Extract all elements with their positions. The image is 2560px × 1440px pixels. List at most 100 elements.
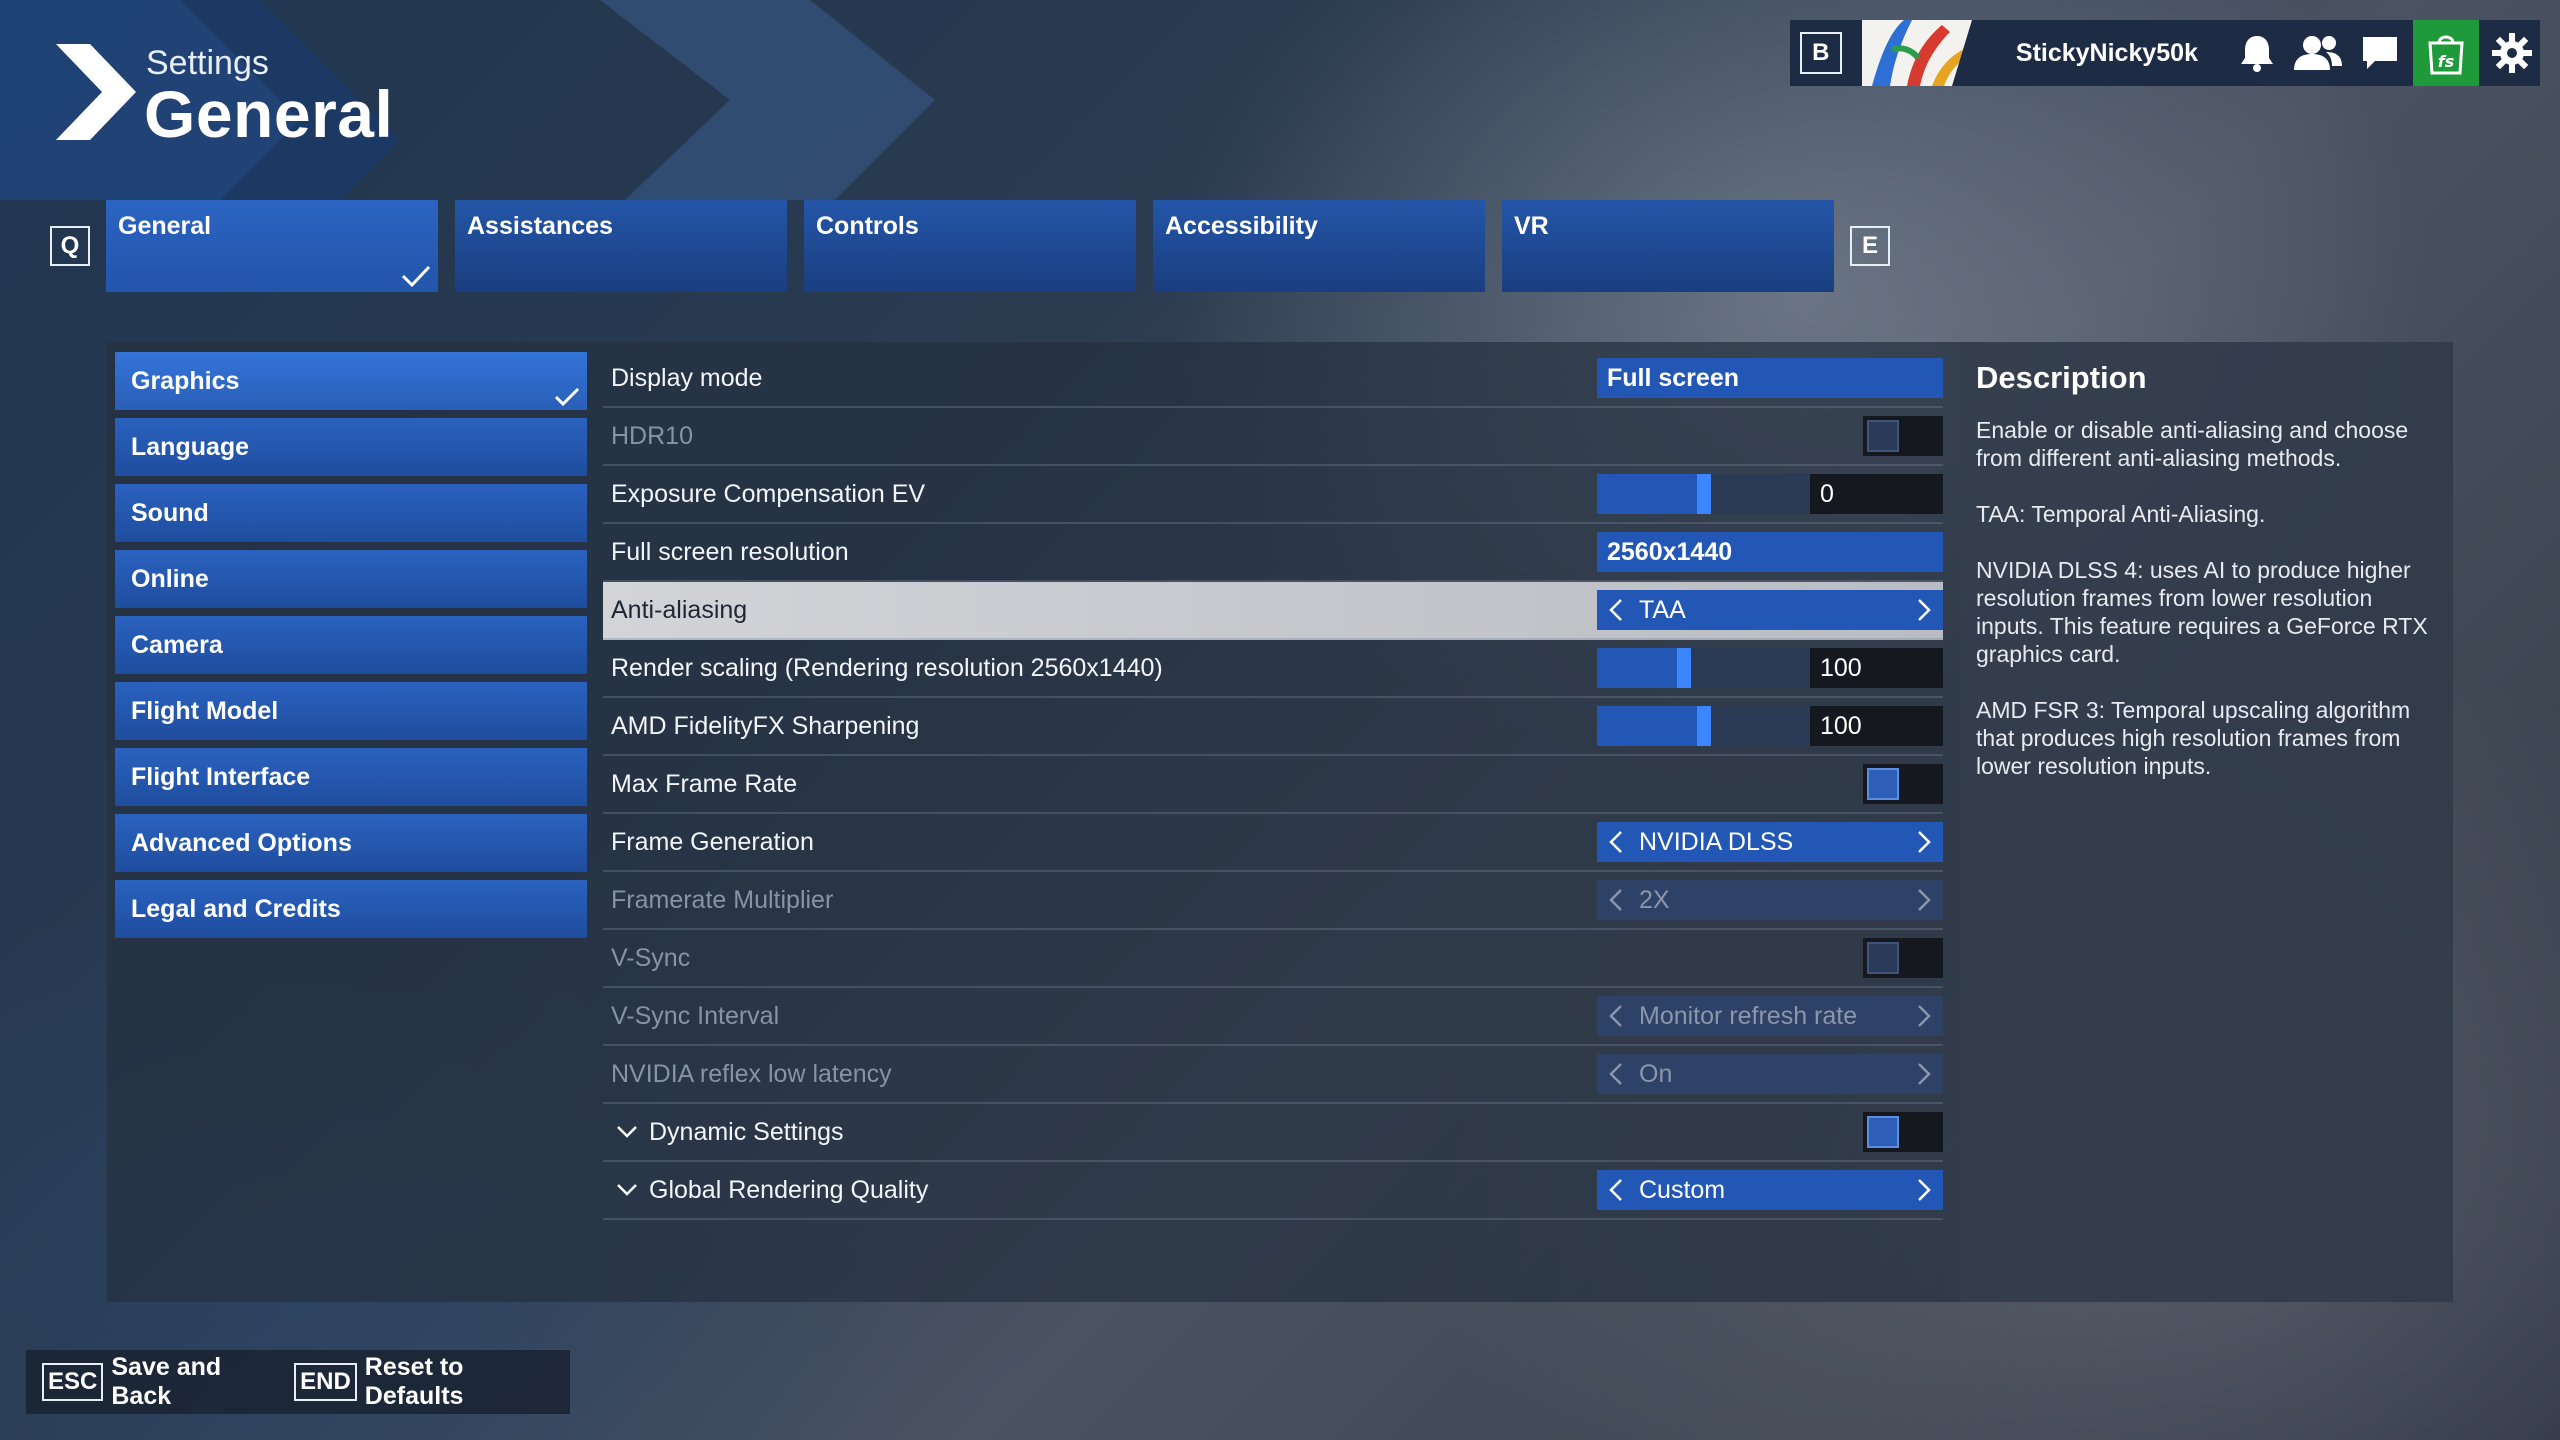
description-text: AMD FSR 3: Temporal upscaling algorithm …: [1976, 697, 2411, 779]
store-icon[interactable]: fs: [2413, 20, 2479, 86]
selector-value: Custom: [1639, 1175, 1726, 1204]
check-icon: [401, 265, 431, 288]
tab-label: Assistances: [467, 212, 613, 240]
category-label: Graphics: [131, 366, 240, 395]
display-mode-dropdown[interactable]: Full screen: [1597, 358, 1943, 398]
category-sound[interactable]: Sound: [115, 484, 587, 542]
fidelityfx-slider[interactable]: 100: [1597, 706, 1943, 746]
category-flight-interface[interactable]: Flight Interface: [115, 748, 587, 806]
tab-assistances[interactable]: Assistances: [455, 200, 787, 292]
dynamic-settings-toggle[interactable]: [1863, 1112, 1943, 1152]
setting-fidelityfx[interactable]: AMD FidelityFX Sharpening 100: [603, 698, 1943, 756]
chevron-left-icon: [1609, 889, 1622, 911]
setting-label: V-Sync: [611, 943, 691, 972]
slider-value: 100: [1810, 706, 1943, 746]
reset-defaults-button[interactable]: Reset to Defaults: [365, 1353, 530, 1411]
top-bar: B StickyNicky50k fs: [1790, 20, 2540, 86]
setting-vsync-interval: V-Sync Interval Monitor refresh rate: [603, 988, 1943, 1046]
category-graphics[interactable]: Graphics: [115, 352, 587, 410]
tab-label: General: [118, 212, 212, 240]
category-online[interactable]: Online: [115, 550, 587, 608]
frame-generation-selector[interactable]: NVIDIA DLSS: [1597, 822, 1943, 862]
category-label: Legal and Credits: [131, 894, 341, 923]
description-text: NVIDIA DLSS 4: uses AI to produce higher…: [1976, 557, 2428, 667]
chevron-right-icon: [1918, 889, 1931, 911]
setting-anti-aliasing[interactable]: Anti-aliasing TAA: [603, 582, 1943, 640]
tab-vr[interactable]: VR: [1502, 200, 1834, 292]
category-camera[interactable]: Camera: [115, 616, 587, 674]
description-title: Description: [1976, 360, 2147, 395]
category-label: Sound: [131, 498, 209, 527]
setting-max-frame-rate[interactable]: Max Frame Rate: [603, 756, 1943, 814]
setting-label: Anti-aliasing: [611, 595, 748, 624]
setting-resolution[interactable]: Full screen resolution 2560x1440: [603, 524, 1943, 582]
tab-label: VR: [1514, 212, 1549, 240]
profile-key-hint: B: [1800, 32, 1842, 74]
category-language[interactable]: Language: [115, 418, 587, 476]
save-and-back-button[interactable]: Save and Back: [111, 1353, 254, 1411]
slider-thumb[interactable]: [1697, 474, 1711, 514]
category-advanced-options[interactable]: Advanced Options: [115, 814, 587, 872]
chevron-right-icon[interactable]: [1917, 598, 1931, 622]
tab-bar: General Assistances Controls Accessibili…: [106, 200, 1851, 292]
setting-display-mode[interactable]: Display mode Full screen: [603, 350, 1943, 408]
anti-aliasing-selector[interactable]: TAA: [1597, 590, 1943, 630]
friends-icon[interactable]: [2291, 25, 2346, 81]
chevron-left-icon[interactable]: [1609, 1178, 1623, 1202]
avatar[interactable]: [1861, 20, 2000, 86]
tab-general[interactable]: General: [106, 200, 438, 292]
chevron-right-icon[interactable]: [1917, 1178, 1931, 1202]
description-text: Enable or disable anti-aliasing and choo…: [1976, 417, 2409, 471]
setting-label: Exposure Compensation EV: [611, 479, 926, 508]
slider-track[interactable]: [1597, 474, 1810, 514]
setting-dynamic-settings[interactable]: Dynamic Settings: [603, 1104, 1943, 1162]
resolution-dropdown[interactable]: 2560x1440: [1597, 532, 1943, 572]
chevron-down-icon[interactable]: [607, 1183, 647, 1197]
gear-icon[interactable]: [2485, 25, 2540, 81]
reset-key-hint: END: [294, 1363, 357, 1401]
slider-thumb[interactable]: [1697, 706, 1711, 746]
exposure-slider[interactable]: 0: [1597, 474, 1943, 514]
chevron-down-icon[interactable]: [607, 1125, 647, 1139]
category-label: Language: [131, 432, 250, 461]
bell-icon[interactable]: [2229, 25, 2284, 81]
setting-render-scaling[interactable]: Render scaling (Rendering resolution 256…: [603, 640, 1943, 698]
chevron-right-icon[interactable]: [1917, 830, 1931, 854]
category-label: Advanced Options: [131, 828, 352, 857]
max-frame-rate-toggle[interactable]: [1863, 764, 1943, 804]
category-label: Online: [131, 564, 209, 593]
chevron-left-icon[interactable]: [1609, 598, 1623, 622]
render-scaling-slider[interactable]: 100: [1597, 648, 1943, 688]
setting-label: Global Rendering Quality: [649, 1175, 929, 1204]
setting-label: Dynamic Settings: [649, 1117, 844, 1146]
tab-controls[interactable]: Controls: [804, 200, 1136, 292]
setting-frame-generation[interactable]: Frame Generation NVIDIA DLSS: [603, 814, 1943, 872]
selector-value: 2X: [1639, 885, 1670, 914]
chevron-right-icon: [1918, 1005, 1931, 1027]
slider-track[interactable]: [1597, 706, 1810, 746]
selector-value: On: [1639, 1059, 1673, 1088]
chevron-left-icon: [1609, 1005, 1622, 1027]
slider-track[interactable]: [1597, 648, 1810, 688]
category-legal-credits[interactable]: Legal and Credits: [115, 880, 587, 938]
vsync-toggle: [1863, 938, 1943, 978]
setting-framerate-multiplier: Framerate Multiplier 2X: [603, 872, 1943, 930]
category-list: Graphics Language Sound Online Camera Fl…: [115, 352, 587, 946]
hdr10-toggle: [1863, 416, 1943, 456]
tab-accessibility[interactable]: Accessibility: [1153, 200, 1485, 292]
slider-thumb[interactable]: [1677, 648, 1691, 688]
category-flight-model[interactable]: Flight Model: [115, 682, 587, 740]
global-quality-selector[interactable]: Custom: [1597, 1170, 1943, 1210]
setting-label: Max Frame Rate: [611, 769, 798, 798]
setting-reflex: NVIDIA reflex low latency On: [603, 1046, 1943, 1104]
setting-label: NVIDIA reflex low latency: [611, 1059, 892, 1088]
setting-exposure[interactable]: Exposure Compensation EV 0: [603, 466, 1943, 524]
svg-text:fs: fs: [2438, 52, 2454, 71]
category-label: Flight Model: [131, 696, 279, 725]
setting-vsync: V-Sync: [603, 930, 1943, 988]
setting-global-quality[interactable]: Global Rendering Quality Custom: [603, 1162, 1943, 1220]
chevron-left-icon[interactable]: [1609, 830, 1623, 854]
chat-icon[interactable]: [2352, 25, 2407, 81]
chevron-right-icon: [1918, 1063, 1931, 1085]
tab-label: Accessibility: [1165, 212, 1318, 240]
